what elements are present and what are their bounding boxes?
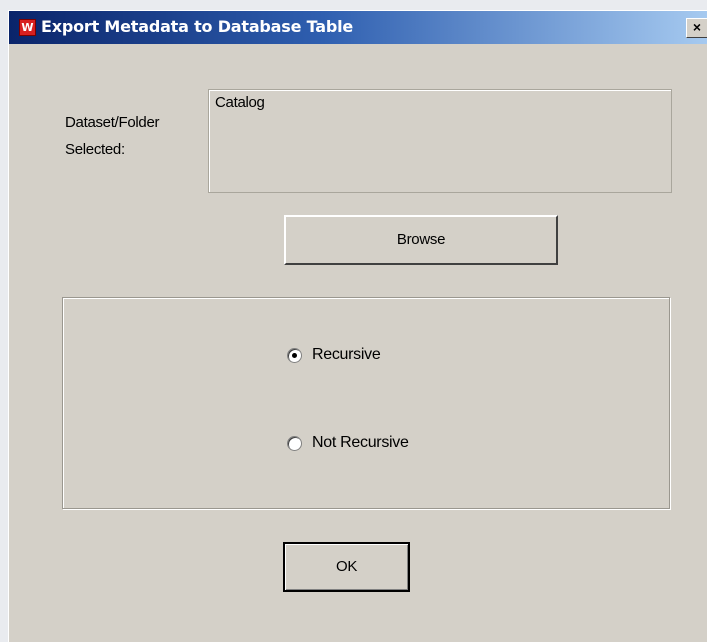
selected-dataset-value: Catalog [215, 94, 265, 111]
browse-button[interactable]: Browse [284, 215, 558, 265]
dataset-folder-label-line1: Dataset/Folder [65, 114, 160, 131]
close-button[interactable]: × [686, 18, 707, 38]
not-recursive-label: Not Recursive [312, 434, 409, 451]
window-title: Export Metadata to Database Table [41, 17, 354, 36]
not-recursive-radio[interactable] [287, 435, 302, 451]
selected-dataset-field[interactable]: Catalog [208, 89, 672, 193]
dataset-folder-label: Dataset/Folder Selected: [65, 109, 205, 163]
export-metadata-dialog: W Export Metadata to Database Table × Da… [8, 10, 707, 642]
recursive-label: Recursive [312, 346, 381, 363]
dataset-folder-label-line2: Selected: [65, 141, 125, 158]
recursion-option-group: Recursive Not Recursive [62, 297, 670, 509]
app-logo-icon: W [19, 19, 36, 36]
title-bar[interactable]: W Export Metadata to Database Table × [9, 11, 707, 44]
not-recursive-option[interactable]: Not Recursive [287, 434, 409, 452]
ok-button[interactable]: OK [283, 542, 410, 592]
close-icon: × [692, 19, 702, 35]
recursive-option[interactable]: Recursive [287, 346, 381, 364]
recursive-radio[interactable] [287, 347, 302, 363]
